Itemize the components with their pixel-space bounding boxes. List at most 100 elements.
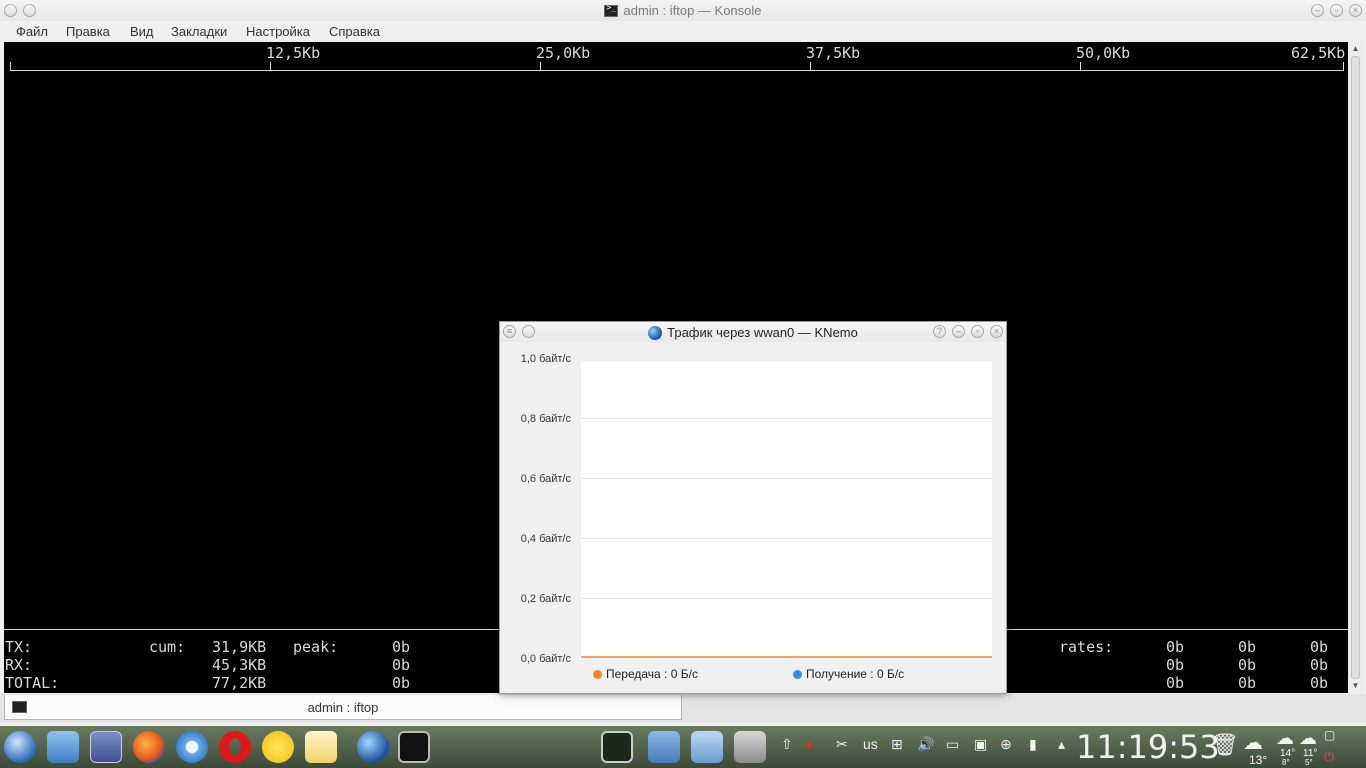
- system-monitor-icon[interactable]: [601, 731, 633, 763]
- scroll-up-arrow-icon[interactable]: ▲: [1349, 43, 1362, 55]
- shutdown-icon[interactable]: ⏻: [1324, 749, 1334, 765]
- traffic-plot: [581, 361, 992, 658]
- help-button[interactable]: ?: [933, 325, 946, 338]
- minimize-button[interactable]: –: [952, 325, 965, 338]
- app-launcher-icon[interactable]: [4, 731, 36, 763]
- battery-tray-icon[interactable]: ▭: [946, 736, 959, 753]
- scale-axis: [10, 70, 1344, 71]
- trash-icon[interactable]: 🗑: [1211, 732, 1239, 758]
- knemo-title: Трафик через wwan0 — KNemo: [500, 325, 1006, 340]
- scrollbar-thumb[interactable]: [1351, 56, 1360, 679]
- terminal-scrollbar[interactable]: ▲ ▼: [1349, 42, 1362, 693]
- menu-file[interactable]: Файл: [16, 24, 48, 39]
- y-axis-label: 0,0 байт/с: [520, 653, 571, 665]
- session-tab-label: admin : iftop: [307, 700, 379, 715]
- legend-rx: Получение : 0 Б/с: [793, 667, 904, 681]
- scale-label: 25,0Kb: [536, 44, 591, 62]
- maximize-button[interactable]: ▫: [1330, 4, 1343, 17]
- knemo-titlebar[interactable]: ≡ Трафик через wwan0 — KNemo ? – ▫ ×: [500, 322, 1006, 342]
- session-tabbar: admin : iftop: [0, 694, 1366, 722]
- tx-peak: 0b: [392, 638, 411, 656]
- menubar: Файл Правка Вид Закладки Настройка Справ…: [0, 21, 1366, 42]
- forecast-cloud-icon: ☁: [1299, 728, 1317, 748]
- firefox-icon[interactable]: [133, 731, 165, 763]
- menu-help[interactable]: Справка: [329, 24, 380, 39]
- chat-icon[interactable]: [262, 731, 294, 763]
- window-title-text: admin : iftop — Konsole: [623, 3, 762, 18]
- terminal-icon: [604, 3, 619, 17]
- weather-now: 13°: [1249, 753, 1268, 767]
- window-titlebar[interactable]: admin : iftop — Konsole – ▫ ×: [0, 0, 1366, 21]
- weather-cloud-icon[interactable]: ☁: [1243, 730, 1263, 755]
- tx-rate-40s: 0b: [1310, 638, 1329, 656]
- tx-color-dot-icon: [593, 670, 602, 679]
- rx-label: RX:: [5, 656, 33, 674]
- tx-label: TX:: [5, 638, 33, 656]
- menu-view[interactable]: Вид: [130, 24, 154, 39]
- tray-expand-arrow-icon[interactable]: ▴: [1058, 736, 1065, 753]
- rx-peak: 0b: [392, 656, 411, 674]
- maximize-button[interactable]: ▫: [971, 325, 984, 338]
- total-rate-10s: 0b: [1238, 674, 1257, 692]
- tx-rate-2s: 0b: [1166, 638, 1185, 656]
- opera-icon[interactable]: [219, 731, 251, 763]
- screenshot-icon[interactable]: [648, 731, 680, 763]
- gridline: [581, 418, 992, 419]
- desktop-selector-icon[interactable]: [90, 731, 122, 763]
- display-tray-icon[interactable]: ▣: [974, 736, 987, 753]
- settings-icon[interactable]: [734, 731, 766, 763]
- scale-label: 62,5Kb: [1291, 44, 1346, 62]
- forecast-low: 5°: [1305, 758, 1313, 767]
- gridline: [581, 478, 992, 479]
- close-button[interactable]: ×: [990, 325, 1003, 338]
- antivirus-tray-icon[interactable]: ●: [805, 736, 813, 752]
- clock[interactable]: 11:19:53: [1076, 728, 1220, 766]
- network-globe-icon[interactable]: [357, 731, 389, 763]
- network-tray-icon[interactable]: ⊞: [891, 736, 903, 753]
- terminal-icon[interactable]: [398, 731, 430, 763]
- keyboard-layout[interactable]: us: [863, 736, 878, 752]
- desktop-pager-icon[interactable]: [691, 731, 723, 763]
- y-axis-label: 0,8 байт/с: [520, 413, 571, 425]
- tx-traffic-line: [581, 656, 992, 658]
- total-rate-2s: 0b: [1166, 674, 1185, 692]
- lock-screen-icon[interactable]: ▢: [1324, 728, 1335, 742]
- menu-edit[interactable]: Правка: [66, 24, 110, 39]
- signal-tray-icon[interactable]: ▮: [1029, 736, 1037, 753]
- close-button[interactable]: ×: [1349, 4, 1362, 17]
- tx-cum: 31,9KB: [212, 638, 267, 656]
- rx-color-dot-icon: [793, 670, 802, 679]
- legend-tx-text: Передача : 0 Б/с: [606, 667, 698, 681]
- total-label: TOTAL:: [5, 674, 60, 692]
- total-rate-40s: 0b: [1310, 674, 1329, 692]
- scale-label: 50,0Kb: [1076, 44, 1131, 62]
- menu-settings[interactable]: Настройка: [246, 24, 310, 39]
- mail-icon[interactable]: [305, 731, 337, 763]
- y-axis-label: 1,0 байт/с: [520, 353, 571, 365]
- session-tab[interactable]: admin : iftop: [4, 695, 682, 720]
- gridline: [581, 538, 992, 539]
- scale-label: 37,5Kb: [806, 44, 861, 62]
- chromium-icon[interactable]: [176, 731, 208, 763]
- scissors-tray-icon[interactable]: ✂: [836, 736, 848, 753]
- total-cum: 77,2KB: [212, 674, 267, 692]
- window-title: admin : iftop — Konsole: [0, 3, 1366, 18]
- knemo-title-text: Трафик через wwan0 — KNemo: [667, 325, 858, 340]
- y-axis-label: 0,6 байт/с: [520, 473, 571, 485]
- tx-rate-10s: 0b: [1238, 638, 1257, 656]
- legend-tx: Передача : 0 Б/с: [593, 667, 698, 681]
- rx-cum: 45,3KB: [212, 656, 267, 674]
- y-axis-label: 0,4 байт/с: [520, 533, 571, 545]
- network-globe-icon: [648, 326, 663, 340]
- file-manager-icon[interactable]: [47, 731, 79, 763]
- scroll-down-arrow-icon[interactable]: ▼: [1349, 680, 1362, 692]
- menu-bookmarks[interactable]: Закладки: [171, 24, 227, 39]
- scale-label: 12,5Kb: [266, 44, 321, 62]
- updates-tray-icon[interactable]: ⇧: [781, 736, 793, 753]
- usb-tray-icon[interactable]: ⊕: [1000, 736, 1012, 753]
- minimize-button[interactable]: –: [1311, 4, 1324, 17]
- rx-rate-40s: 0b: [1310, 656, 1329, 674]
- forecast-low: 8°: [1282, 758, 1290, 767]
- total-peak: 0b: [392, 674, 411, 692]
- volume-tray-icon[interactable]: 🔊: [917, 736, 934, 753]
